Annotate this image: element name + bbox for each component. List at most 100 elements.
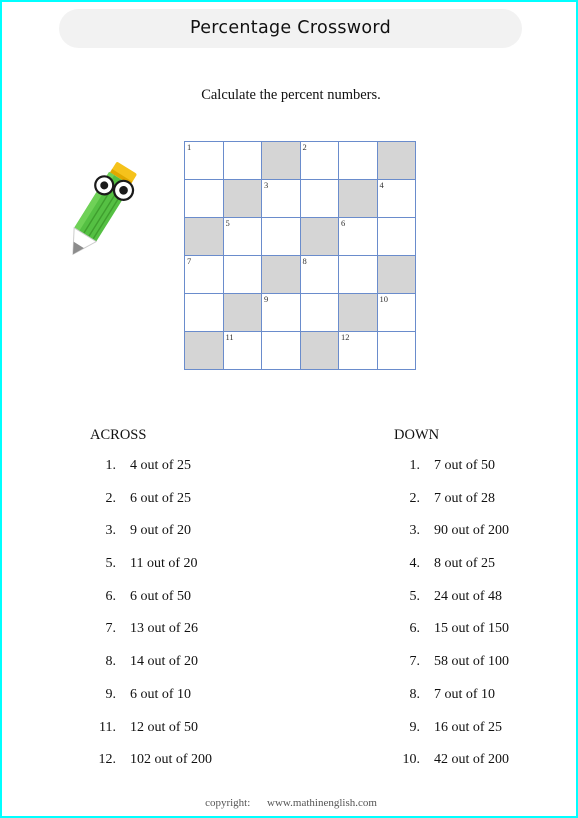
grid-cell[interactable]: 11 <box>222 331 262 370</box>
grid-row: 5 6 <box>184 217 416 256</box>
clue-number: 1. <box>105 458 117 473</box>
cell-number: 7 <box>187 256 192 266</box>
grid-cell[interactable] <box>222 141 262 180</box>
grid-cell[interactable] <box>338 141 378 180</box>
grid-cell-blocked <box>338 293 378 332</box>
clue-item: 10. 42 out of 200 <box>394 752 578 785</box>
grid-cell-blocked <box>376 255 416 294</box>
clue-text: 6 out of 25 <box>130 490 192 506</box>
grid-cell[interactable]: 6 <box>338 217 378 256</box>
clue-text: 4 out of 25 <box>130 458 192 473</box>
clue-text: 12 out of 50 <box>130 719 199 735</box>
clue-number: 7. <box>105 621 117 637</box>
copyright-label: copyright: <box>205 797 251 809</box>
clue-item: 4. 8 out of 25 <box>394 556 578 589</box>
grid-cell[interactable] <box>299 293 339 332</box>
grid-cell[interactable]: 2 <box>299 141 339 180</box>
clue-item: 8. 14 out of 20 <box>90 654 320 687</box>
clue-text: 7 out of 50 <box>434 458 496 473</box>
clue-text: 11 out of 20 <box>130 556 198 572</box>
title-banner: Percentage Crossword <box>59 9 522 48</box>
clue-text: 6 out of 50 <box>130 588 192 604</box>
grid-row: 1 2 <box>184 141 416 180</box>
clue-number: 9. <box>105 686 117 702</box>
clue-number: 9. <box>409 719 421 735</box>
clue-text: 9 out of 20 <box>130 523 192 539</box>
clue-number: 3. <box>409 523 421 539</box>
clue-text: 90 out of 200 <box>434 523 510 539</box>
clue-text: 24 out of 48 <box>434 588 503 604</box>
grid-cell-blocked <box>261 255 301 294</box>
grid-cell[interactable] <box>261 331 301 370</box>
clue-item: 9. 6 out of 10 <box>90 687 320 720</box>
page-title: Percentage Crossword <box>190 18 391 38</box>
crossword-grid-container: 1 2 3 4 5 6 7 8 9 10 11 12 <box>184 141 416 370</box>
cell-number: 5 <box>225 218 230 228</box>
cell-number: 2 <box>302 142 307 152</box>
clue-number: 8. <box>105 654 117 670</box>
cell-number: 4 <box>379 180 384 190</box>
down-clue-column: DOWN 1. 7 out of 50 2. 7 out of 28 3. 90… <box>394 427 578 785</box>
clue-text: 7 out of 10 <box>434 686 496 702</box>
grid-cell-blocked <box>261 141 301 180</box>
clue-number: 12. <box>98 752 117 768</box>
cell-number: 1 <box>187 142 192 152</box>
clue-item: 5. 11 out of 20 <box>90 556 320 589</box>
grid-cell[interactable]: 4 <box>376 179 416 218</box>
footer: copyright: www.mathinenglish.com <box>2 797 578 809</box>
grid-cell[interactable] <box>261 217 301 256</box>
down-heading: DOWN <box>394 427 440 443</box>
pencil-icon <box>72 162 137 256</box>
grid-cell[interactable]: 12 <box>338 331 378 370</box>
grid-row: 7 8 <box>184 255 416 294</box>
grid-cell-blocked <box>184 331 224 370</box>
clue-number: 6. <box>105 588 117 604</box>
clue-text: 15 out of 150 <box>434 621 510 637</box>
grid-cell[interactable] <box>222 255 262 294</box>
grid-cell[interactable]: 8 <box>299 255 339 294</box>
clue-number: 2. <box>105 490 117 506</box>
grid-cell[interactable]: 9 <box>261 293 301 332</box>
grid-cell[interactable]: 1 <box>184 141 224 180</box>
grid-cell[interactable]: 10 <box>376 293 416 332</box>
clue-text: 13 out of 26 <box>130 621 199 637</box>
grid-cell[interactable]: 7 <box>184 255 224 294</box>
clue-item: 11. 12 out of 50 <box>90 720 320 753</box>
clue-number: 8. <box>409 686 421 702</box>
grid-cell-blocked <box>376 141 416 180</box>
clue-number: 1. <box>409 458 421 473</box>
clue-number: 2. <box>409 490 421 506</box>
across-clue-column: ACROSS 1. 4 out of 25 2. 6 out of 25 3. … <box>90 427 320 785</box>
grid-cell[interactable] <box>184 293 224 332</box>
grid-cell[interactable] <box>184 179 224 218</box>
clue-number: 5. <box>409 588 421 604</box>
cell-number: 11 <box>225 332 234 342</box>
grid-cell[interactable]: 5 <box>222 217 262 256</box>
grid-cell[interactable]: 3 <box>261 179 301 218</box>
clue-item: 8. 7 out of 10 <box>394 687 578 720</box>
clue-item: 1. 4 out of 25 <box>90 458 320 491</box>
clue-item: 3. 9 out of 20 <box>90 523 320 556</box>
grid-cell[interactable] <box>376 217 416 256</box>
grid-cell[interactable] <box>338 255 378 294</box>
crossword-grid[interactable]: 1 2 3 4 5 6 7 8 9 10 11 12 <box>184 141 416 370</box>
clue-number: 6. <box>409 621 421 637</box>
clue-text: 58 out of 100 <box>434 654 510 670</box>
clue-item: 3. 90 out of 200 <box>394 523 578 556</box>
clue-item: 1. 7 out of 50 <box>394 458 578 491</box>
grid-row: 9 10 <box>184 293 416 332</box>
cell-number: 8 <box>302 256 307 266</box>
grid-row: 3 4 <box>184 179 416 218</box>
grid-cell-blocked <box>184 217 224 256</box>
clue-item: 2. 6 out of 25 <box>90 491 320 524</box>
clue-number: 3. <box>105 523 117 539</box>
grid-row: 11 12 <box>184 331 416 370</box>
grid-cell[interactable] <box>376 331 416 370</box>
grid-cell-blocked <box>299 217 339 256</box>
grid-cell[interactable] <box>299 179 339 218</box>
instruction-text: Calculate the percent numbers. <box>201 87 381 103</box>
across-heading: ACROSS <box>90 427 147 443</box>
clue-text: 102 out of 200 <box>130 752 213 768</box>
grid-cell-blocked <box>222 179 262 218</box>
clue-text: 14 out of 20 <box>130 654 199 670</box>
